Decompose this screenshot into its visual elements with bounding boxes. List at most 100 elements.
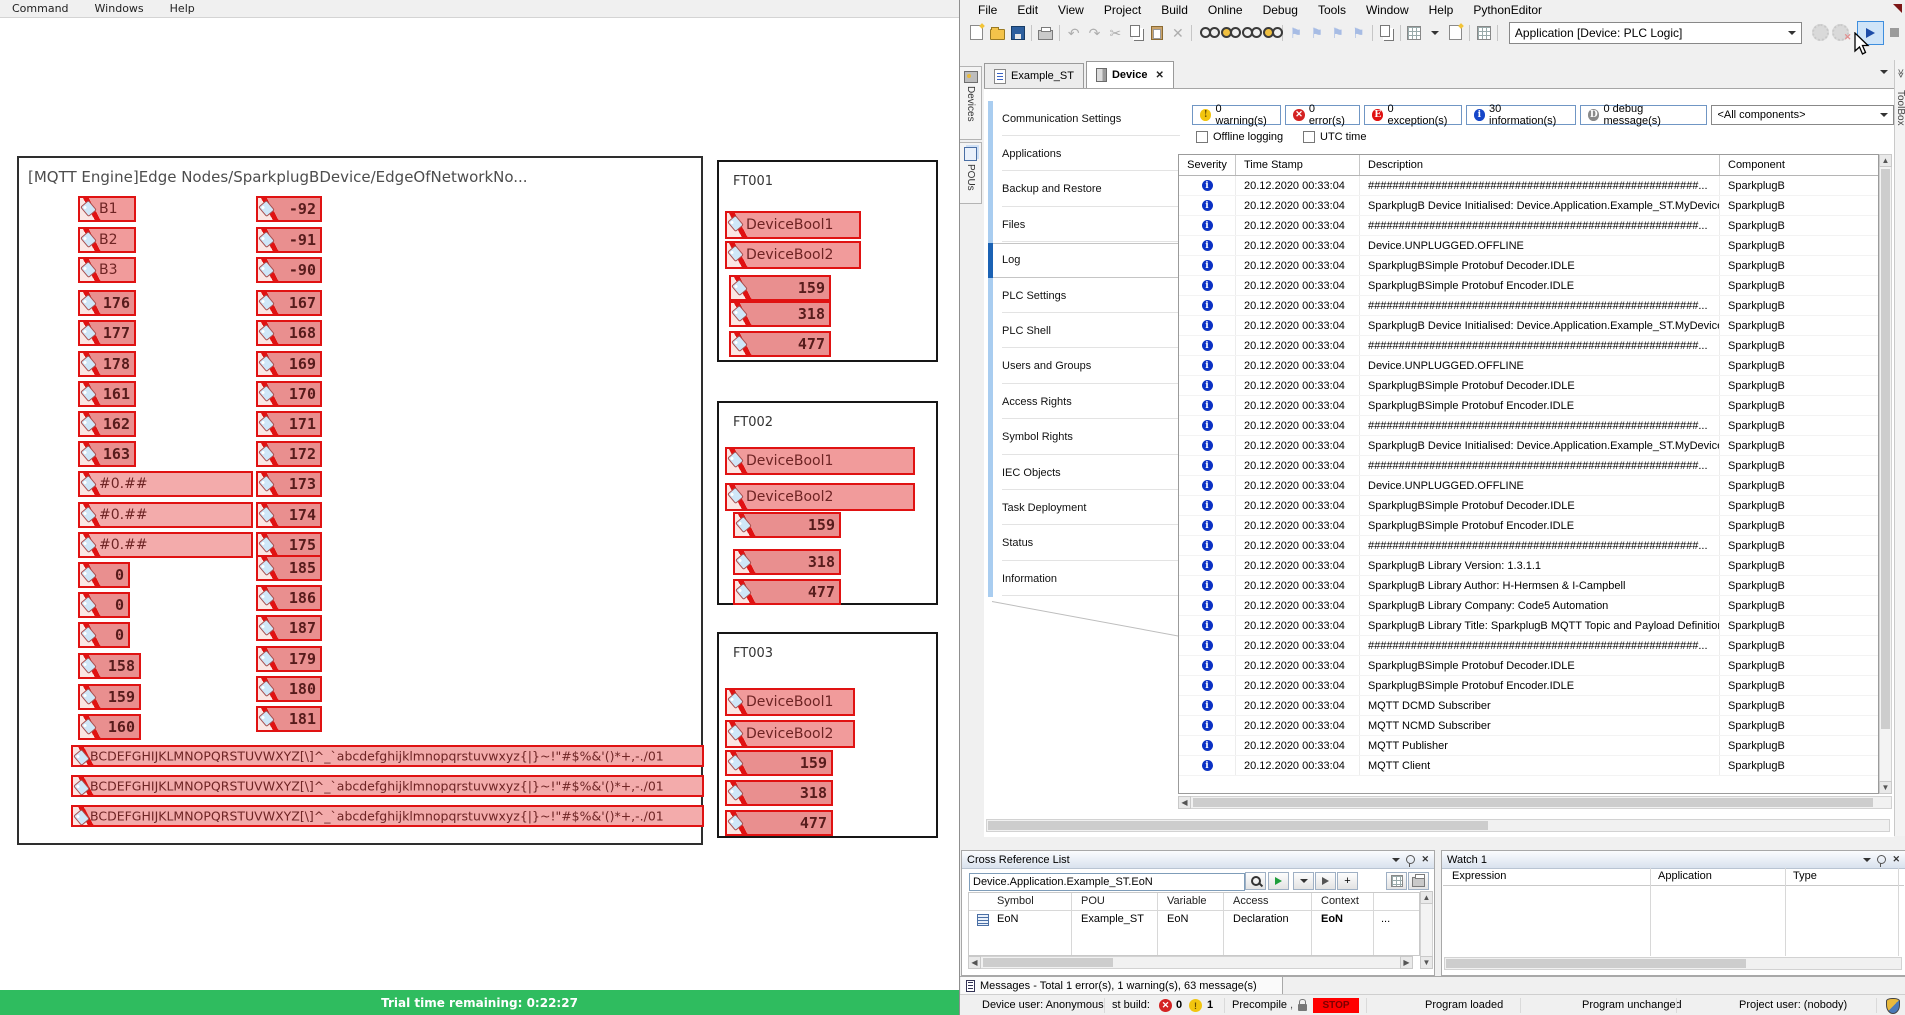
cut-icon[interactable]: ✂ [1105, 22, 1126, 43]
crossref-horizontal-scrollbar[interactable]: ◀ ▶ [968, 956, 1413, 969]
find-icon[interactable] [1195, 22, 1216, 43]
nav-item-plc-shell[interactable]: PLC Shell [988, 313, 1188, 348]
crossref-vertical-scrollbar[interactable]: ▲ ▼ [1420, 891, 1433, 969]
menu-view[interactable]: View [1048, 2, 1094, 18]
expand-button[interactable]: + [1337, 872, 1358, 890]
log-row[interactable]: i20.12.2020 00:33:04####################… [1179, 296, 1878, 316]
watch-col-expression[interactable]: Expression [1452, 870, 1506, 882]
nav-item-users-and-groups[interactable]: Users and Groups [988, 349, 1188, 384]
chevron-down-icon[interactable] [1880, 113, 1888, 117]
sidebar-tab-devices[interactable]: Devices [960, 66, 982, 140]
log-row[interactable]: i20.12.2020 00:33:04MQTT DCMD Subscriber… [1179, 696, 1878, 716]
nav-item-backup-and-restore[interactable]: Backup and Restore [988, 172, 1188, 207]
nav-item-files[interactable]: Files [988, 207, 1188, 242]
log-row[interactable]: i20.12.2020 00:33:04SparkplugBSimple Pro… [1179, 376, 1878, 396]
col-severity[interactable]: Severity [1179, 155, 1236, 175]
next-reference-button[interactable] [1315, 872, 1336, 890]
col-component[interactable]: Component [1720, 155, 1874, 175]
log-row[interactable]: i20.12.2020 00:33:04####################… [1179, 456, 1878, 476]
nav-item-iec-objects[interactable]: IEC Objects [988, 455, 1188, 490]
xr-row-symbol[interactable]: EoN [997, 913, 1018, 925]
toolbox-collapsed-tab[interactable]: ≫ ToolBox [1894, 60, 1905, 836]
paste-icon[interactable] [1147, 22, 1168, 43]
log-row[interactable]: i20.12.2020 00:33:04SparkplugBSimple Pro… [1179, 516, 1878, 536]
nav-item-communication-settings[interactable]: Communication Settings [988, 101, 1188, 136]
close-tab-icon[interactable]: ✕ [1155, 70, 1163, 81]
scroll-thumb[interactable] [988, 821, 1488, 830]
scroll-up-icon[interactable]: ▲ [1420, 891, 1433, 904]
application-selector[interactable]: Application [Device: PLC Logic] [1509, 22, 1802, 44]
pin-icon[interactable] [1877, 855, 1886, 864]
log-row[interactable]: i20.12.2020 00:33:04MQTT NCMD Subscriber… [1179, 716, 1878, 736]
menu-online[interactable]: Online [1198, 2, 1253, 18]
log-row[interactable]: i20.12.2020 00:33:04MQTT PublisherSparkp… [1179, 736, 1878, 756]
log-row[interactable]: i20.12.2020 00:33:04####################… [1179, 336, 1878, 356]
previous-bookmark-icon[interactable]: ⚑ [1306, 22, 1327, 43]
nav-item-plc-settings[interactable]: PLC Settings [988, 278, 1188, 313]
menu-build[interactable]: Build [1151, 2, 1198, 18]
panel-menu-icon[interactable] [1863, 858, 1871, 862]
log-row[interactable]: i20.12.2020 00:33:04####################… [1179, 176, 1878, 196]
scroll-left-icon[interactable]: ◀ [968, 956, 981, 969]
scroll-up-icon[interactable]: ▲ [1879, 154, 1892, 167]
watch-horizontal-scrollbar[interactable] [1444, 957, 1902, 970]
log-row[interactable]: i20.12.2020 00:33:04SparkplugBSimple Pro… [1179, 396, 1878, 416]
login-button[interactable] [1810, 22, 1831, 43]
scroll-down-icon[interactable]: ▼ [1420, 956, 1433, 969]
col-description[interactable]: Description [1360, 155, 1720, 175]
log-row[interactable]: i20.12.2020 00:33:04SparkplugBSimple Pro… [1179, 676, 1878, 696]
scroll-thumb[interactable] [1881, 169, 1890, 729]
menu-file[interactable]: File [968, 2, 1007, 18]
close-icon[interactable]: ✕ [1892, 854, 1900, 865]
input-assistant-icon[interactable] [1473, 22, 1494, 43]
log-row[interactable]: i20.12.2020 00:33:04####################… [1179, 636, 1878, 656]
tab-list-dropdown-icon[interactable] [1880, 70, 1888, 74]
undo-icon[interactable]: ↶ [1063, 22, 1084, 43]
page-horizontal-scrollbar[interactable] [986, 819, 1890, 832]
next-bookmark-icon[interactable]: ⚑ [1327, 22, 1348, 43]
nav-item-access-rights[interactable]: Access Rights [988, 384, 1188, 419]
filter-error-button[interactable]: ✕0 error(s) [1285, 105, 1360, 125]
menu-help[interactable]: Help [1419, 2, 1464, 18]
log-row[interactable]: i20.12.2020 00:33:04SparkplugB Library C… [1179, 596, 1878, 616]
print-button[interactable] [1408, 872, 1429, 890]
menu-help[interactable]: Help [158, 2, 209, 15]
log-row[interactable]: i20.12.2020 00:33:04####################… [1179, 416, 1878, 436]
menu-tools[interactable]: Tools [1308, 2, 1356, 18]
menu-command[interactable]: Command [0, 2, 83, 15]
scroll-right-icon[interactable]: ▶ [1400, 956, 1413, 969]
utc-time-checkbox[interactable] [1303, 131, 1315, 143]
filter-dropdown-button[interactable] [1293, 872, 1314, 890]
log-row[interactable]: i20.12.2020 00:33:04SparkplugBSimple Pro… [1179, 496, 1878, 516]
log-row[interactable]: i20.12.2020 00:33:04SparkplugB Device In… [1179, 436, 1878, 456]
chevron-down-icon[interactable] [1788, 31, 1796, 35]
new-object-icon[interactable] [1445, 22, 1466, 43]
log-row[interactable]: i20.12.2020 00:33:04SparkplugB Library A… [1179, 576, 1878, 596]
cross-reference-titlebar[interactable]: Cross Reference List ✕ [962, 851, 1434, 869]
log-row[interactable]: i20.12.2020 00:33:04SparkplugB Library V… [1179, 556, 1878, 576]
open-file-icon[interactable] [987, 22, 1008, 43]
scroll-down-icon[interactable]: ▼ [1879, 781, 1892, 794]
cross-reference-search-input[interactable] [969, 873, 1245, 891]
pin-icon[interactable] [1406, 855, 1415, 864]
nav-item-symbol-rights[interactable]: Symbol Rights [988, 420, 1188, 455]
log-row[interactable]: i20.12.2020 00:33:04SparkplugB Device In… [1179, 316, 1878, 336]
xr-col-variable[interactable]: Variable [1167, 895, 1207, 907]
log-row[interactable]: i20.12.2020 00:33:04Device.UNPLUGGED.OFF… [1179, 356, 1878, 376]
nav-item-log[interactable]: Log [988, 243, 1188, 278]
component-filter-combo[interactable]: <All components> [1711, 105, 1894, 125]
tab-example-st[interactable]: Example_ST [984, 63, 1084, 88]
log-row[interactable]: i20.12.2020 00:33:04####################… [1179, 536, 1878, 556]
sidebar-tab-pous[interactable]: POUs [960, 142, 982, 204]
close-icon[interactable]: ✕ [1421, 854, 1429, 865]
xr-row-access[interactable]: Declaration [1233, 913, 1289, 925]
menu-edit[interactable]: Edit [1007, 2, 1048, 18]
log-row[interactable]: i20.12.2020 00:33:04MQTT ClientSparkplug… [1179, 756, 1878, 776]
log-row[interactable]: i20.12.2020 00:33:04SparkplugB Device In… [1179, 196, 1878, 216]
filter-information-button[interactable]: i30 information(s) [1466, 105, 1576, 125]
xr-col-pou[interactable]: POU [1081, 895, 1105, 907]
scroll-left-icon[interactable]: ◀ [1178, 796, 1191, 809]
log-row[interactable]: i20.12.2020 00:33:04SparkplugB Library T… [1179, 616, 1878, 636]
bookmark-icon[interactable]: ⚑ [1286, 22, 1307, 43]
nav-item-applications[interactable]: Applications [988, 136, 1188, 171]
